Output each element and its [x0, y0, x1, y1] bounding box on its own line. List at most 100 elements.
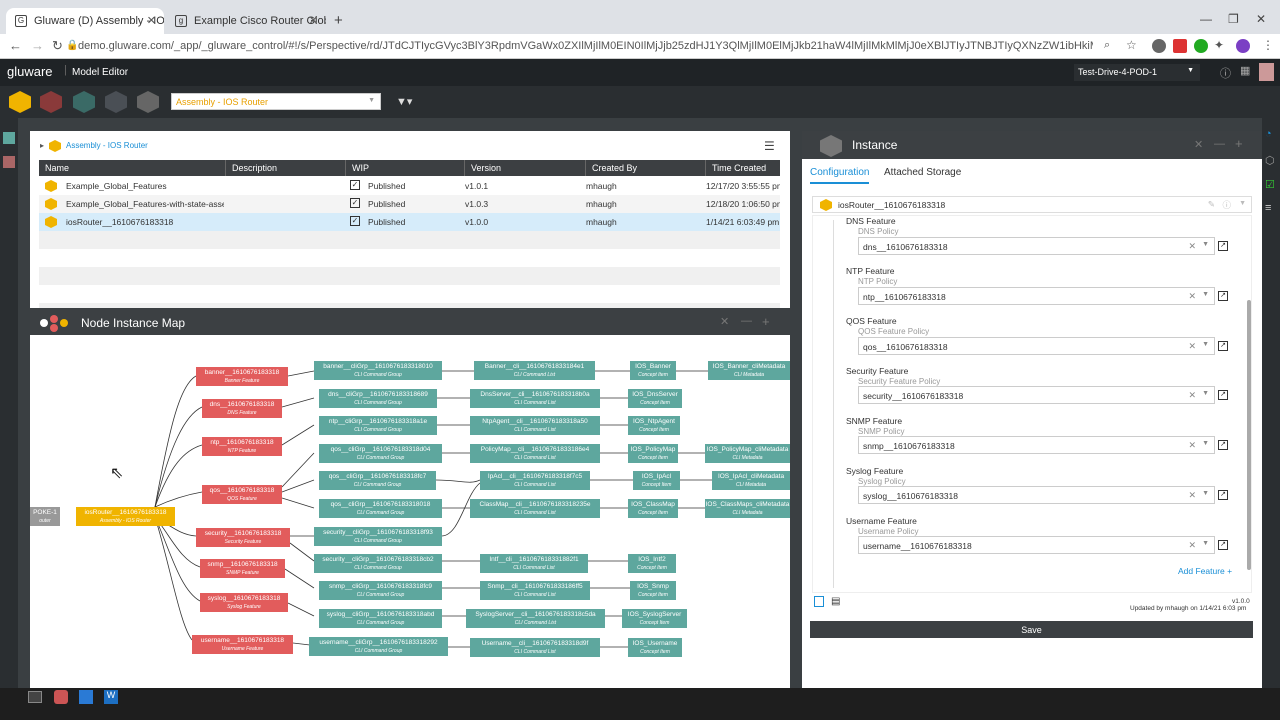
policy-select[interactable]: qos__1610676183318 ✕ ▼: [858, 337, 1215, 355]
hex-icon[interactable]: ⬡: [1265, 154, 1275, 167]
close-icon[interactable]: ✕: [309, 14, 318, 27]
tree-icon[interactable]: [3, 132, 15, 144]
grammarly-extension-icon[interactable]: [1194, 39, 1208, 53]
refresh-icon[interactable]: ◔: [1265, 128, 1272, 140]
menu-kebab-icon[interactable]: ⋮: [1262, 38, 1274, 52]
map-node-list[interactable]: ClassMap__cli__1610676183318235e CLI Comm…: [470, 499, 600, 518]
map-node-group[interactable]: security__cliGrp__1610676183318cb2 CLI Co…: [314, 554, 442, 573]
tab-attached-storage[interactable]: Attached Storage: [884, 167, 961, 178]
columns-menu-icon[interactable]: ☰: [764, 139, 775, 153]
map-node-spoke[interactable]: POKE-1 outer: [30, 507, 60, 526]
map-node-group[interactable]: syslog__cliGrp__1610676183318abd CLI Comm…: [319, 609, 442, 628]
help-icon[interactable]: ⓘ: [1220, 65, 1231, 81]
map-node-item[interactable]: IOS_Intf2 Concept Item: [628, 554, 676, 573]
pdf-extension-icon[interactable]: [1173, 39, 1187, 53]
map-node-feature[interactable]: snmp__1610676183318 SNMP Feature: [200, 559, 285, 578]
user-avatar[interactable]: [1259, 63, 1274, 81]
map-node-group[interactable]: username__cliGrp__1610676183318292 CLI Co…: [309, 637, 448, 656]
tab-configuration[interactable]: Configuration: [810, 167, 869, 178]
browser-tab-active[interactable]: G Gluware (D) Assembly - IOS Rout ✕: [6, 8, 164, 34]
map-node-metadata[interactable]: IOS_PolicyMap_cliMetadata CLI Metadata: [705, 444, 790, 463]
url-input[interactable]: demo.gluware.com/_app/_gluware_control/#…: [78, 40, 1093, 52]
map-node-list[interactable]: PolicyMap__cli__16106761833186e4 CLI Comm…: [470, 444, 600, 463]
map-node-list[interactable]: SyslogServer__cli__1610676183318c5da CLI …: [466, 609, 605, 628]
close-window-icon[interactable]: ✕: [1256, 12, 1266, 26]
new-tab-icon[interactable]: +: [334, 12, 343, 29]
expand-icon[interactable]: ▸: [40, 141, 44, 150]
map-node-list[interactable]: DnsServer__cli__1610676183318b0a CLI Comm…: [470, 389, 600, 408]
map-node-list[interactable]: NtpAgent__cli__1610676183318a50 CLI Comma…: [470, 416, 600, 435]
table-row-selected[interactable]: iosRouter__1610676183318 ✓ Published v1.…: [39, 213, 780, 231]
app-icon[interactable]: [79, 690, 93, 704]
star-icon[interactable]: ☆: [1126, 38, 1137, 52]
edit-icon[interactable]: ✎: [1208, 199, 1215, 210]
map-node-feature[interactable]: ntp__1610676183318 NTP Feature: [202, 437, 282, 456]
profile-avatar[interactable]: [1236, 39, 1250, 53]
col-header-version[interactable]: Version: [464, 160, 585, 176]
map-node-feature[interactable]: qos__1610676183318 QOS Feature: [202, 485, 282, 504]
hierarchy-icon[interactable]: [3, 156, 15, 168]
map-node-feature[interactable]: security__1610676183318 Security Feature: [196, 528, 290, 547]
map-node-list[interactable]: Snmp__cli__16106761833186ff5 CLI Command …: [480, 581, 590, 600]
open-external-icon[interactable]: ↗: [1218, 440, 1228, 450]
filter-icon[interactable]: ▼▾: [396, 95, 412, 108]
webex-icon[interactable]: W: [104, 690, 118, 704]
open-external-icon[interactable]: ↗: [1218, 241, 1228, 251]
minimize-icon[interactable]: —: [1214, 138, 1225, 150]
terminal-icon[interactable]: [28, 691, 42, 703]
map-node-item[interactable]: IOS_PolicyMap Concept Item: [628, 444, 678, 463]
table-row[interactable]: Example_Global_Features ✓ Published v1.0…: [39, 177, 780, 195]
map-node-item[interactable]: IOS_NtpAgent Concept Item: [628, 416, 680, 435]
browser-tab[interactable]: g Example Cisco Router Global Fea ✕: [166, 8, 326, 34]
close-icon[interactable]: ✕: [720, 315, 729, 328]
open-external-icon[interactable]: ↗: [1218, 540, 1228, 550]
map-node-group[interactable]: qos__cliGrp__1610676183318fc7 CLI Command…: [319, 471, 436, 490]
map-node-group[interactable]: security__cliGrp__1610676183318f93 CLI Co…: [314, 527, 442, 546]
list-icon[interactable]: ≡: [1265, 202, 1271, 214]
scrollbar-thumb[interactable]: [1247, 300, 1251, 570]
policy-select[interactable]: ntp__1610676183318 ✕ ▼: [858, 287, 1215, 305]
map-node-item[interactable]: IOS_IpAcl Concept Item: [633, 471, 680, 490]
map-node-metadata[interactable]: IOS_IpAcl_cliMetadata CLI Metadata: [712, 471, 790, 490]
map-node-group[interactable]: snmp__cliGrp__1610676183318fc9 CLI Comman…: [319, 581, 442, 600]
instance-name-row[interactable]: iosRouter__1610676183318 ✎ ⓘ ▼: [812, 196, 1252, 213]
col-header-time-created[interactable]: Time Created: [705, 160, 780, 176]
map-node-item[interactable]: IOS_ClassMap Concept Item: [628, 499, 678, 518]
map-node-group[interactable]: ntp__cliGrp__1610676183318a1e CLI Command…: [319, 416, 437, 435]
map-node-feature[interactable]: username__1610676183318 Username Feature: [192, 635, 293, 654]
apps-grid-icon[interactable]: ▦: [1240, 64, 1250, 77]
map-node-group[interactable]: qos__cliGrp__1610676183318d04 CLI Command…: [319, 444, 442, 463]
extension-icon[interactable]: [1152, 39, 1166, 53]
col-header-created-by[interactable]: Created By: [585, 160, 705, 176]
map-node-metadata[interactable]: IOS_Banner_cliMetadata CLI Metadata: [708, 361, 790, 380]
open-external-icon[interactable]: ↗: [1218, 390, 1228, 400]
network-icon[interactable]: [54, 690, 68, 704]
close-icon[interactable]: ✕: [147, 14, 156, 27]
breadcrumb[interactable]: Assembly - IOS Router: [66, 141, 148, 150]
reload-icon[interactable]: ↻: [52, 38, 63, 54]
map-node-list[interactable]: Username__cli__1610676183318d9f CLI Comma…: [470, 638, 600, 657]
open-external-icon[interactable]: ↗: [1218, 490, 1228, 500]
map-node-group[interactable]: banner__cliGrp__1610676183318010 CLI Comm…: [314, 361, 442, 380]
pod-select[interactable]: Test-Drive-4-POD-1 ▼: [1074, 64, 1200, 81]
map-node-feature[interactable]: syslog__1610676183318 Syslog Feature: [200, 593, 288, 612]
node-map-canvas[interactable]: POKE-1 outer iosRouter__1610676183318 Asse…: [30, 335, 790, 688]
map-node-item[interactable]: IOS_Snmp Concept Item: [630, 581, 676, 600]
policy-select[interactable]: username__1610676183318 ✕ ▼: [858, 536, 1215, 554]
puzzle-icon[interactable]: ✦: [1214, 38, 1224, 52]
map-node-feature[interactable]: dns__1610676183318 DNS Feature: [202, 399, 282, 418]
forward-icon[interactable]: →: [31, 38, 44, 53]
open-external-icon[interactable]: ↗: [1218, 341, 1228, 351]
map-node-list[interactable]: Banner__cli__16106761833184e1 CLI Command…: [474, 361, 595, 380]
back-icon[interactable]: ←: [9, 38, 22, 53]
policy-select[interactable]: snmp__1610676183318 ✕ ▼: [858, 436, 1215, 454]
open-external-icon[interactable]: ↗: [1218, 291, 1228, 301]
chevron-down-icon[interactable]: ▼: [1239, 200, 1246, 207]
assembly-select[interactable]: Assembly - IOS Router ▼: [171, 93, 381, 110]
save-button[interactable]: Save: [810, 621, 1253, 638]
map-node-group[interactable]: qos__cliGrp__1610676183318018 CLI Command…: [319, 499, 442, 518]
map-node-list[interactable]: IpAcl__cli__1610676183318f7c5 CLI Command…: [480, 471, 590, 490]
restore-icon[interactable]: ❐: [1228, 12, 1239, 26]
map-node-root[interactable]: iosRouter__1610676183318 Assembly - IOS R…: [76, 507, 175, 526]
policy-select[interactable]: security__1610676183318 ✕ ▼: [858, 386, 1215, 404]
